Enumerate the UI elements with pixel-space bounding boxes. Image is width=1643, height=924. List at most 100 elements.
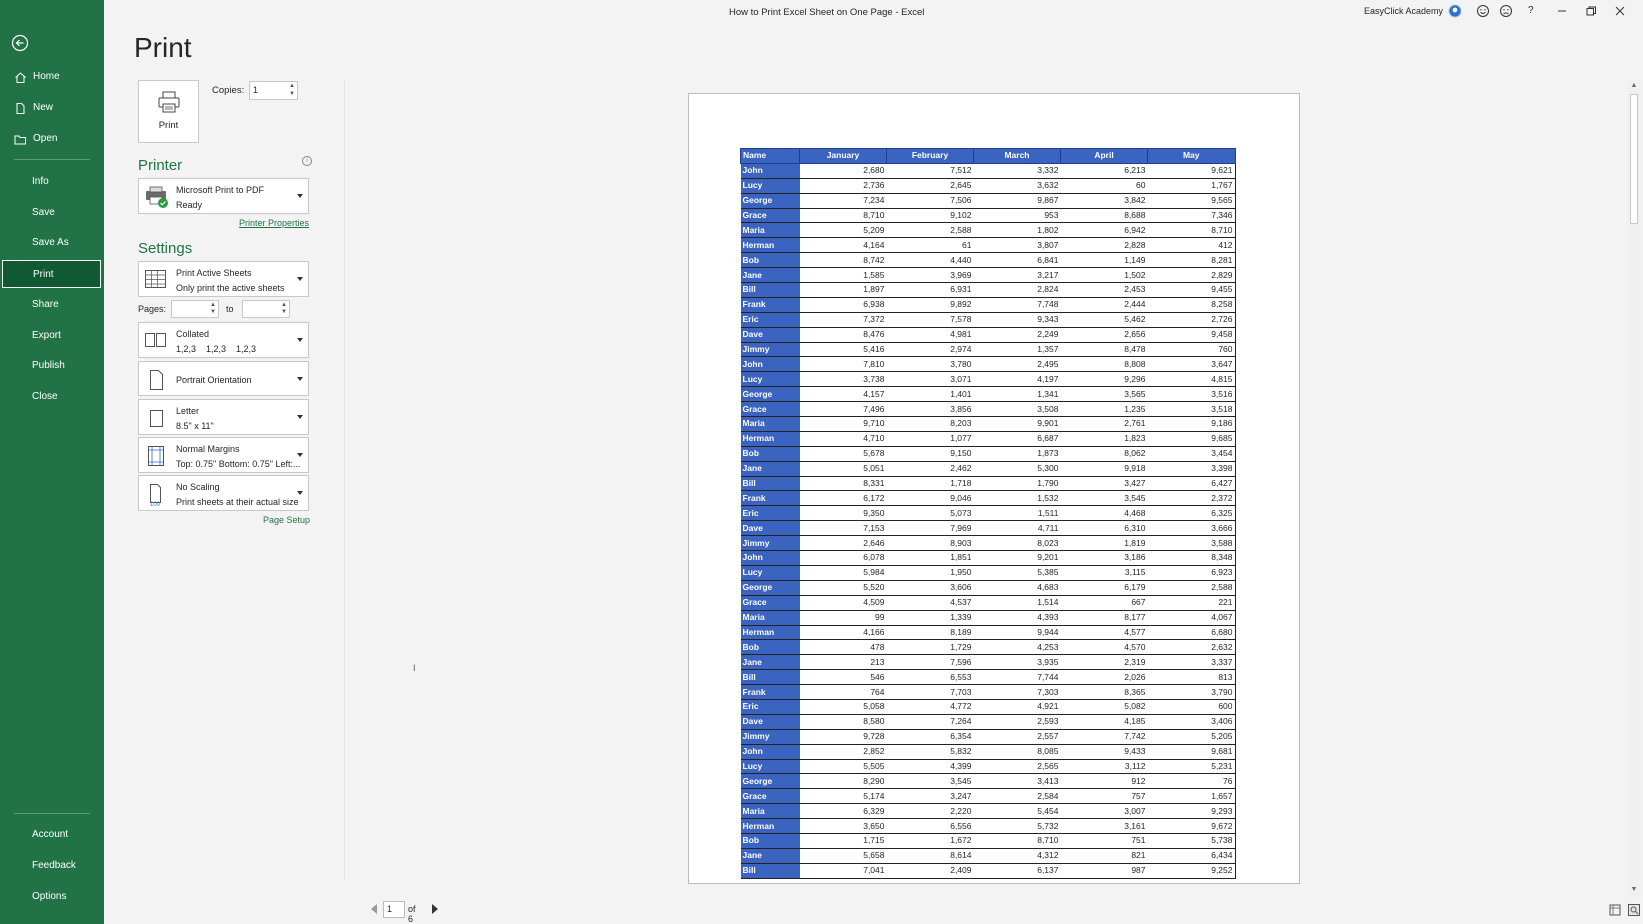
scroll-up-icon[interactable]: ▲ <box>1629 82 1639 92</box>
sheet-grid-icon <box>145 270 166 288</box>
table-row: Dave 8,476 4,981 2,249 2,656 9,458 <box>740 327 1236 343</box>
margins-dropdown[interactable]: Normal Margins Top: 0.75" Bottom: 0.75" … <box>138 437 309 473</box>
spin-down-icon[interactable]: ▼ <box>281 309 287 315</box>
sidebar-item-export[interactable]: Export <box>0 322 104 350</box>
spin-down-icon[interactable]: ▼ <box>210 309 216 315</box>
restore-icon[interactable] <box>1584 4 1598 18</box>
table-row: Grace 8,710 9,102 953 8,688 7,346 <box>740 208 1236 224</box>
spin-down-icon[interactable]: ▼ <box>289 91 295 97</box>
smiley-feedback-icon[interactable] <box>1476 4 1490 18</box>
table-row: Grace 7,496 3,856 3,508 1,235 3,518 <box>740 401 1236 418</box>
sidebar-item-info[interactable]: Info <box>0 168 104 196</box>
collation-dropdown[interactable]: Collated 1,2,3 1,2,3 1,2,3 <box>138 322 309 358</box>
sidebar-item-open[interactable]: Open <box>0 125 104 153</box>
printer-dropdown[interactable]: Microsoft Print to PDF Ready <box>138 178 309 214</box>
table-row: Maria 99 1,339 4,393 8,177 4,067 <box>740 610 1236 626</box>
value-cell: 1,729 <box>886 639 974 656</box>
zoom-to-page-icon[interactable] <box>1628 904 1641 916</box>
spin-up-icon[interactable]: ▲ <box>210 302 216 308</box>
previous-page-icon[interactable] <box>371 904 377 914</box>
sidebar-item-label: Account <box>32 829 69 840</box>
sidebar-item-save[interactable]: Save <box>0 199 104 227</box>
help-button[interactable]: ? <box>1528 5 1542 19</box>
sidebar-item-publish[interactable]: Publish <box>0 352 104 380</box>
value-cell: 2,974 <box>886 342 974 358</box>
spin-up-icon[interactable]: ▲ <box>289 83 295 89</box>
table-row: Herman 4,166 8,189 9,944 4,577 6,680 <box>740 625 1236 641</box>
sidebar-item-account[interactable]: Account <box>0 821 104 849</box>
value-cell: 1,514 <box>973 595 1061 611</box>
value-cell: 6,427 <box>1147 476 1236 492</box>
value-cell: 3,545 <box>886 773 974 790</box>
close-icon[interactable] <box>1613 4 1627 18</box>
value-cell: 8,331 <box>799 476 887 492</box>
pages-to-input[interactable]: ▲ ▼ <box>242 300 290 318</box>
spin-up-icon[interactable]: ▲ <box>281 302 287 308</box>
copies-stepper[interactable]: 1 ▲ ▼ <box>249 81 298 100</box>
sidebar-item-feedback[interactable]: Feedback <box>0 852 104 880</box>
value-cell: 2,736 <box>799 178 887 194</box>
sidebar-divider <box>14 159 90 160</box>
paper-size-dropdown[interactable]: Letter 8.5" x 11" <box>138 399 309 435</box>
sidebar-item-options[interactable]: Options <box>0 883 104 911</box>
frown-feedback-icon[interactable] <box>1499 4 1513 18</box>
print-what-dropdown[interactable]: Print Active Sheets Only print the activ… <box>138 261 309 297</box>
printer-heading: Printer <box>138 157 183 174</box>
minimize-icon[interactable] <box>1555 4 1569 18</box>
sidebar-item-label: Save As <box>32 237 69 248</box>
value-cell: 3,007 <box>1060 803 1148 820</box>
sidebar-item-print[interactable]: Print <box>2 260 101 288</box>
account-avatar-icon[interactable] <box>1448 4 1462 18</box>
account-name[interactable]: EasyClick Academy <box>1364 6 1443 16</box>
printer-icon <box>158 91 179 113</box>
name-cell: Bob <box>740 639 800 656</box>
scroll-down-icon[interactable]: ▼ <box>1629 886 1639 896</box>
value-cell: 6,172 <box>799 490 887 507</box>
scroll-thumb[interactable] <box>1630 94 1638 224</box>
scaling-dropdown[interactable]: 100 No Scaling Print sheets at their act… <box>138 475 309 511</box>
sidebar-item-new[interactable]: New <box>0 94 104 122</box>
preview-view-controls <box>1609 903 1641 921</box>
back-arrow-icon[interactable] <box>11 34 29 52</box>
value-cell: 1,802 <box>973 222 1061 239</box>
value-cell: 987 <box>1060 863 1148 879</box>
next-page-icon[interactable] <box>432 904 438 914</box>
value-cell: 6,078 <box>799 550 887 566</box>
sidebar-item-close[interactable]: Close <box>0 383 104 411</box>
margins-desc: Top: 0.75" Bottom: 0.75" Left:... <box>176 459 301 469</box>
show-margins-icon[interactable] <box>1609 904 1621 916</box>
chevron-down-icon <box>297 453 303 457</box>
print-button[interactable]: Print <box>138 80 199 143</box>
info-icon[interactable]: i <box>302 156 312 166</box>
value-cell: 2,852 <box>799 744 887 760</box>
name-cell: Dave <box>740 714 800 730</box>
name-cell: Bob <box>740 833 800 849</box>
table-row: Bill 8,331 1,718 1,790 3,427 6,427 <box>740 476 1236 492</box>
orientation-dropdown[interactable]: Portrait Orientation <box>138 361 309 396</box>
collated-pages-icon <box>145 333 166 347</box>
value-cell: 5,520 <box>799 580 887 596</box>
printer-properties-link[interactable]: Printer Properties <box>239 218 309 228</box>
printer-status: Ready <box>176 200 203 210</box>
value-cell: 9,892 <box>886 297 974 313</box>
backstage-sidebar: Home New Open Info Save Save As Print Sh… <box>0 0 104 924</box>
value-cell: 4,197 <box>973 371 1061 388</box>
value-cell: 2,680 <box>799 163 887 179</box>
page-setup-link[interactable]: Page Setup <box>263 515 310 525</box>
chevron-down-icon <box>297 376 303 381</box>
current-page-input[interactable]: 1 <box>383 901 405 918</box>
preview-scrollbar[interactable]: ▲ ▼ <box>1627 80 1641 898</box>
sidebar-item-save-as[interactable]: Save As <box>0 229 104 257</box>
value-cell: 3,666 <box>1147 520 1236 537</box>
table-row: Jimmy 5,416 2,974 1,357 8,478 760 <box>740 342 1236 358</box>
value-cell: 5,732 <box>973 818 1061 834</box>
value-cell: 9,201 <box>973 550 1061 566</box>
sidebar-item-share[interactable]: Share <box>0 291 104 319</box>
name-cell: Jimmy <box>740 535 800 552</box>
value-cell: 5,462 <box>1060 312 1148 328</box>
value-cell: 3,969 <box>886 267 974 284</box>
pages-from-input[interactable]: ▲ ▼ <box>171 300 219 318</box>
sidebar-item-home[interactable]: Home <box>0 63 104 91</box>
value-cell: 5,205 <box>1147 729 1236 745</box>
table-row: Eric 7,372 7,578 9,343 5,462 2,726 <box>740 312 1236 328</box>
